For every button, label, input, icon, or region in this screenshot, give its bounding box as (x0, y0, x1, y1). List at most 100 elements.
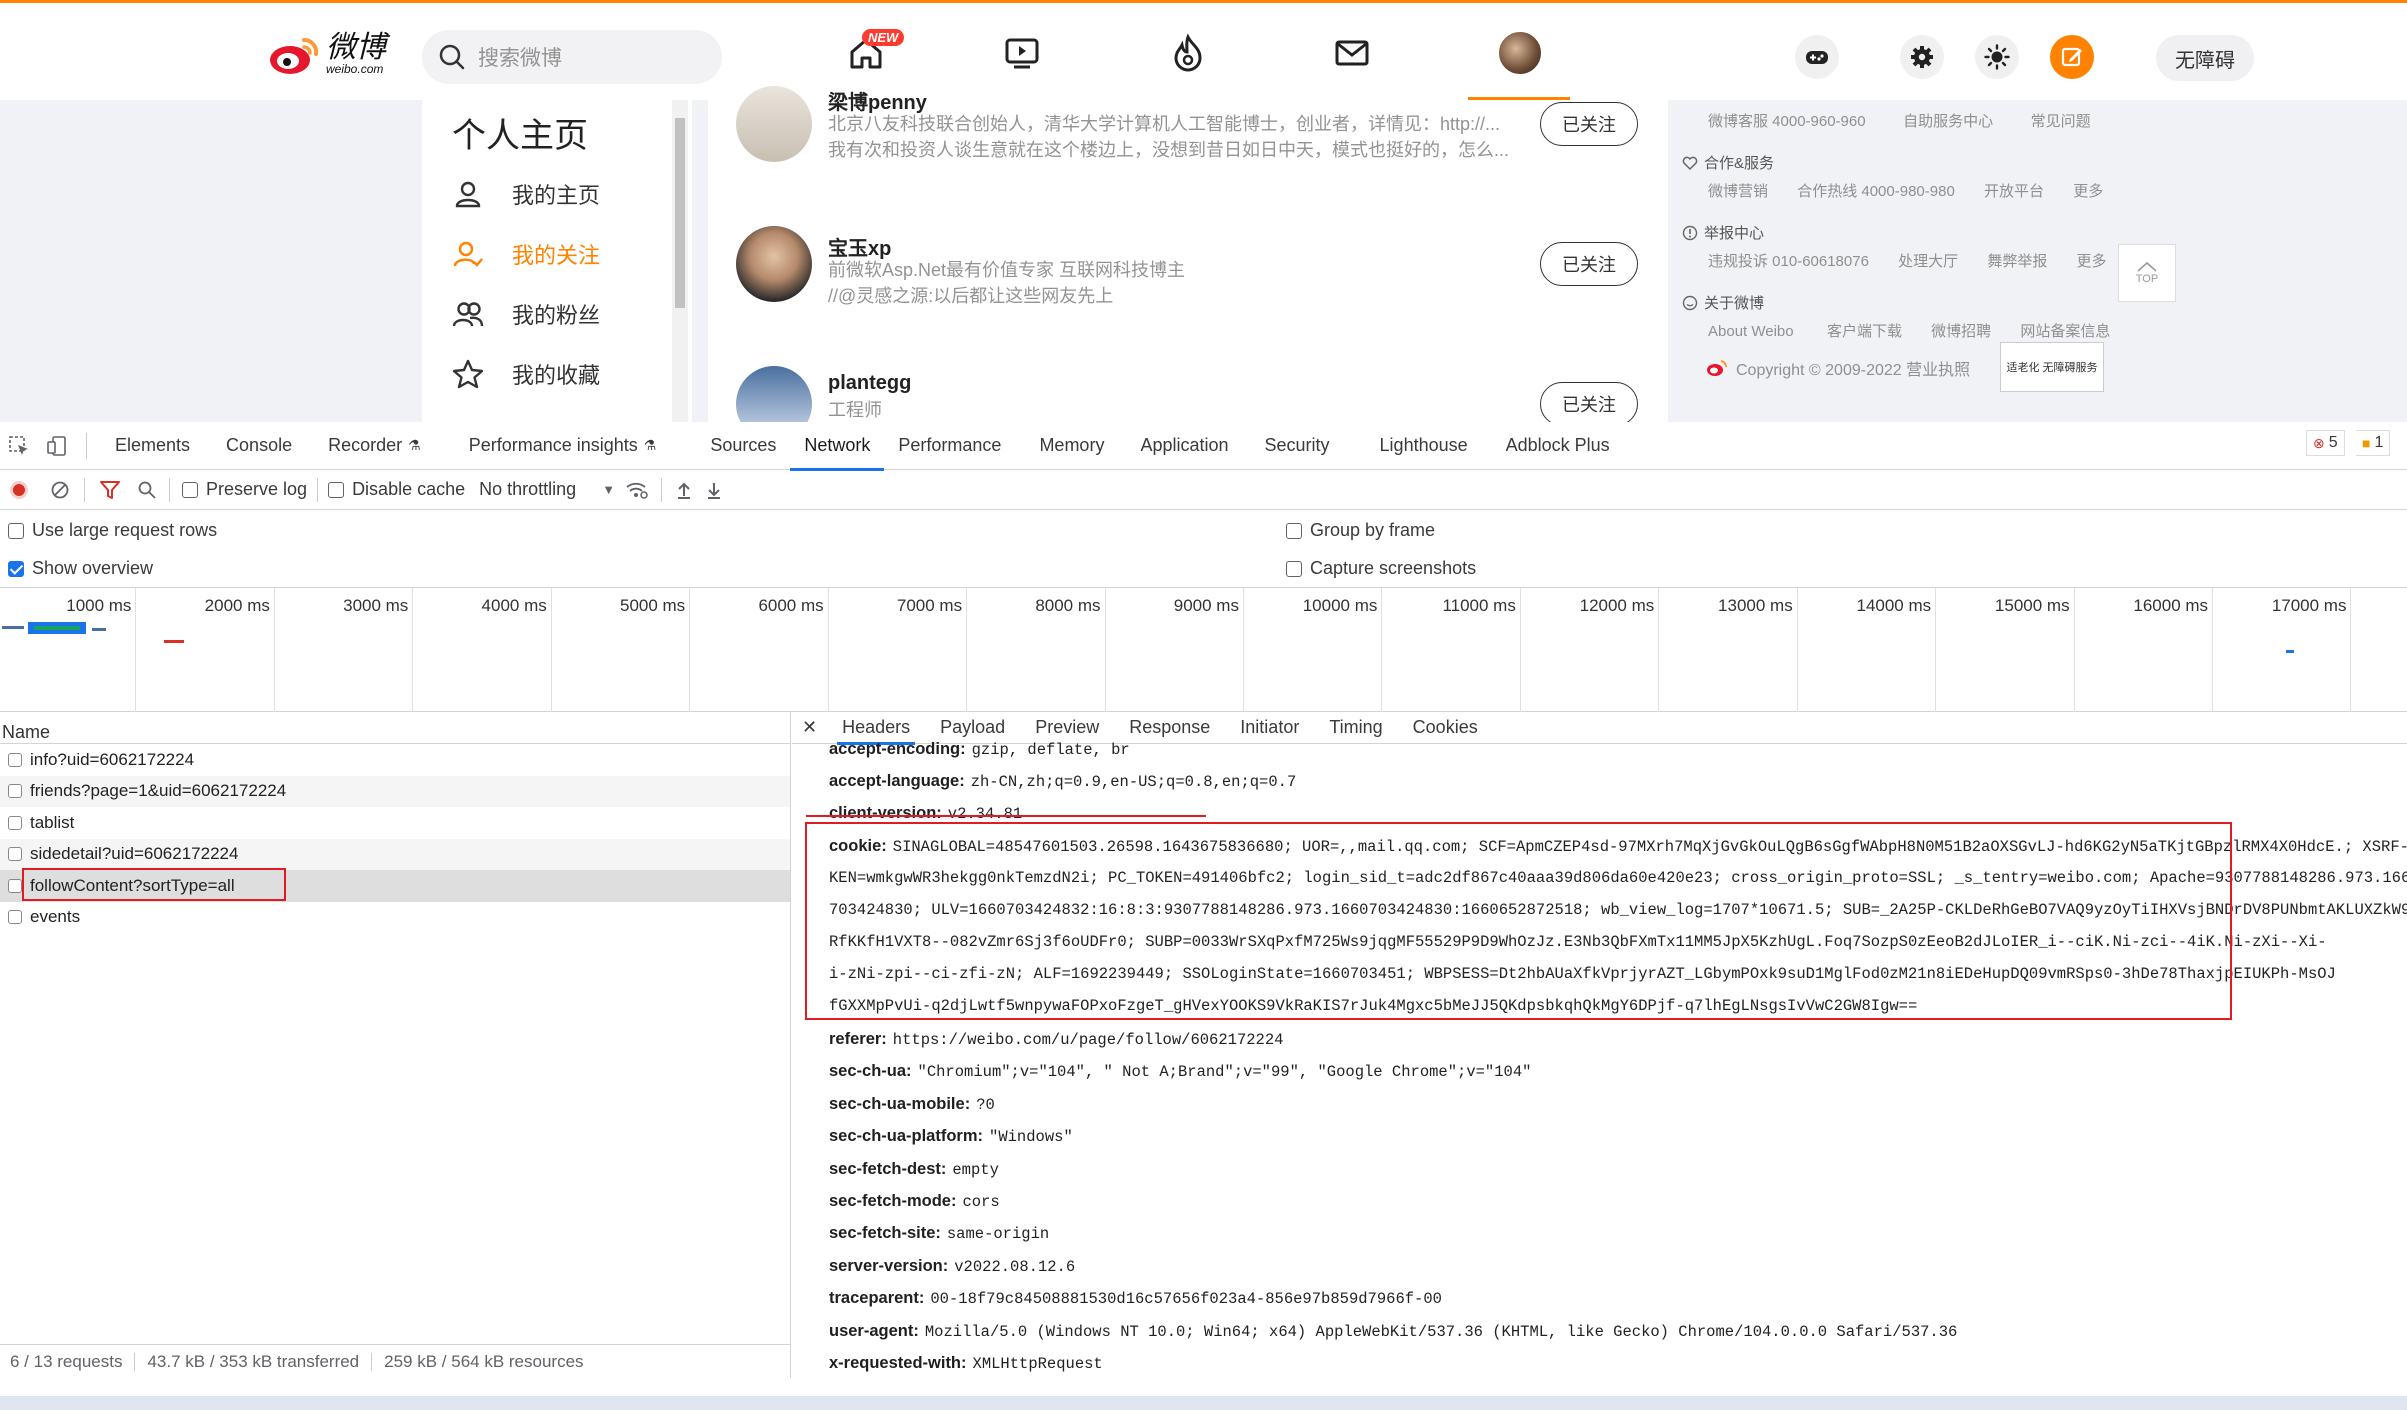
menu-item-fans[interactable]: 我的粉丝 (452, 298, 600, 330)
tab-response[interactable]: Response (1114, 712, 1225, 744)
device-icon (47, 435, 66, 456)
preserve-log-label: Preserve log (206, 479, 308, 499)
tab-sources[interactable]: Sources (696, 422, 790, 470)
link[interactable]: 微博营销 (1708, 183, 1768, 200)
nav-hot[interactable] (1158, 23, 1218, 83)
tab-network[interactable]: Network (790, 422, 885, 471)
tab-cookies[interactable]: Cookies (1398, 712, 1493, 744)
capture-screenshots-option[interactable]: Capture screenshots (1286, 558, 1476, 579)
game-button[interactable] (1795, 35, 1839, 79)
link[interactable]: About Weibo (1708, 323, 1794, 340)
tab-payload[interactable]: Payload (925, 712, 1020, 744)
tab-recorder[interactable]: Recorder ⚗ (314, 422, 435, 470)
theme-toggle[interactable] (1975, 35, 2019, 79)
settings-button[interactable] (1900, 35, 1944, 79)
self-service-link[interactable]: 自助服务中心 (1903, 113, 1993, 130)
search-icon[interactable] (137, 480, 157, 500)
elder-accessibility-badge[interactable]: 适老化 无障碍服务 (2000, 342, 2104, 392)
table-row[interactable]: info?uid=6062172224 (0, 744, 790, 776)
inspect-element-button[interactable] (0, 422, 38, 470)
tab-application[interactable]: Application (1126, 422, 1242, 470)
tab-security[interactable]: Security (1251, 422, 1344, 470)
table-row[interactable]: events (0, 902, 790, 934)
following-button[interactable]: 已关注 (1540, 102, 1638, 146)
show-overview-option[interactable]: Show overview (8, 558, 153, 579)
link[interactable]: 违规投诉 010-60618076 (1708, 253, 1869, 270)
tab-headers[interactable]: Headers (827, 712, 925, 745)
menu-item-following[interactable]: 我的关注 (452, 238, 600, 270)
link[interactable]: 舞弊举报 (1987, 253, 2047, 270)
faq-link[interactable]: 常见问题 (2031, 113, 2091, 130)
following-button[interactable]: 已关注 (1540, 242, 1638, 286)
show-overview-checkbox[interactable] (8, 560, 24, 577)
menu-item-home[interactable]: 我的主页 (452, 178, 600, 210)
table-row[interactable]: sidedetail?uid=6062172224 (0, 838, 790, 870)
link[interactable]: 网站备案信息 (2020, 323, 2110, 340)
user-desc: 北京八友科技联合创始人，清华大学计算机人工智能博士，创业者，详情见：http:/… (828, 114, 1501, 134)
import-har-icon[interactable] (674, 480, 694, 500)
group-by-frame-option[interactable]: Group by frame (1286, 520, 1435, 541)
tab-lighthouse[interactable]: Lighthouse (1366, 422, 1482, 470)
link[interactable]: 合作热线 4000-980-980 (1797, 183, 1955, 200)
device-toolbar-button[interactable] (38, 422, 76, 470)
compose-button[interactable] (2050, 35, 2094, 79)
throttling-select[interactable]: No throttling (479, 479, 576, 500)
accessibility-button[interactable]: 无障碍 (2156, 35, 2254, 81)
table-row[interactable]: friends?page=1&uid=6062172224 (0, 775, 790, 807)
tab-elements[interactable]: Elements (101, 422, 204, 470)
network-overview-timeline[interactable]: 1000 ms 2000 ms 3000 ms 4000 ms 5000 ms 6000 … (0, 588, 2407, 712)
link[interactable]: 微博招聘 (1931, 323, 1991, 340)
large-rows-checkbox[interactable] (8, 522, 24, 539)
large-rows-option[interactable]: Use large request rows (8, 520, 217, 541)
nav-profile[interactable] (1490, 23, 1550, 83)
group-by-frame-checkbox[interactable] (1286, 522, 1302, 539)
warning-count[interactable]: ■ 1 (2356, 430, 2391, 456)
link[interactable]: 更多 (2073, 183, 2103, 200)
nav-video[interactable] (992, 23, 1052, 83)
avatar[interactable] (736, 86, 812, 162)
tab-memory[interactable]: Memory (1025, 422, 1118, 470)
chevron-down-icon[interactable]: ▼ (602, 482, 615, 497)
preserve-log-checkbox[interactable] (182, 481, 198, 498)
avatar[interactable] (736, 226, 812, 302)
network-conditions-icon[interactable] (625, 480, 649, 500)
menu-scrollbar[interactable] (672, 100, 688, 422)
tab-initiator[interactable]: Initiator (1225, 712, 1314, 744)
record-button[interactable] (10, 480, 28, 499)
link[interactable]: 开放平台 (1984, 183, 2044, 200)
star-icon (452, 359, 484, 389)
link[interactable]: 处理大厅 (1898, 253, 1958, 270)
table-row-selected[interactable]: followContent?sortType=all (0, 868, 790, 902)
back-to-top-button[interactable]: TOP (2118, 244, 2176, 302)
column-header-name[interactable]: Name (0, 712, 790, 744)
nav-home[interactable]: NEW (836, 23, 905, 83)
filter-icon[interactable] (99, 479, 121, 501)
disable-cache-checkbox[interactable] (328, 481, 345, 498)
header-row: sec-ch-ua-platform: "Windows" (829, 1127, 1073, 1147)
tab-timing[interactable]: Timing (1314, 712, 1397, 744)
search-input[interactable]: 搜索微博 (422, 30, 722, 84)
tab-console[interactable]: Console (212, 422, 306, 470)
tab-performance-insights[interactable]: Performance insights ⚗ (455, 422, 671, 470)
tab-performance[interactable]: Performance (884, 422, 1015, 470)
export-har-icon[interactable] (704, 480, 724, 500)
weibo-logo[interactable]: 微博 weibo.com (268, 29, 386, 79)
close-icon[interactable]: ✕ (792, 712, 827, 744)
user-name[interactable]: plantegg (828, 372, 911, 395)
following-button[interactable]: 已关注 (1540, 382, 1638, 426)
link[interactable]: 更多 (2077, 253, 2107, 270)
highlight-top-edge (806, 815, 1206, 817)
table-row[interactable]: tablist (0, 807, 790, 839)
timeline-tick: 16000 ms (2075, 588, 2214, 712)
tab-adblock-plus[interactable]: Adblock Plus (1492, 422, 1624, 470)
service-hotline[interactable]: 微博客服 4000-960-960 (1708, 113, 1866, 130)
nav-messages[interactable] (1322, 23, 1382, 83)
scrollbar-thumb[interactable] (675, 118, 685, 308)
user-desc: 前微软Asp.Net最有价值专家 互联网科技博主 (828, 260, 1186, 280)
link[interactable]: 客户端下载 (1827, 323, 1902, 340)
clear-icon[interactable] (50, 480, 70, 500)
tab-preview[interactable]: Preview (1020, 712, 1114, 744)
menu-item-favorites[interactable]: 我的收藏 (452, 358, 600, 390)
error-count[interactable]: ⊗ 5 (2306, 430, 2345, 456)
capture-screenshots-checkbox[interactable] (1286, 560, 1302, 577)
